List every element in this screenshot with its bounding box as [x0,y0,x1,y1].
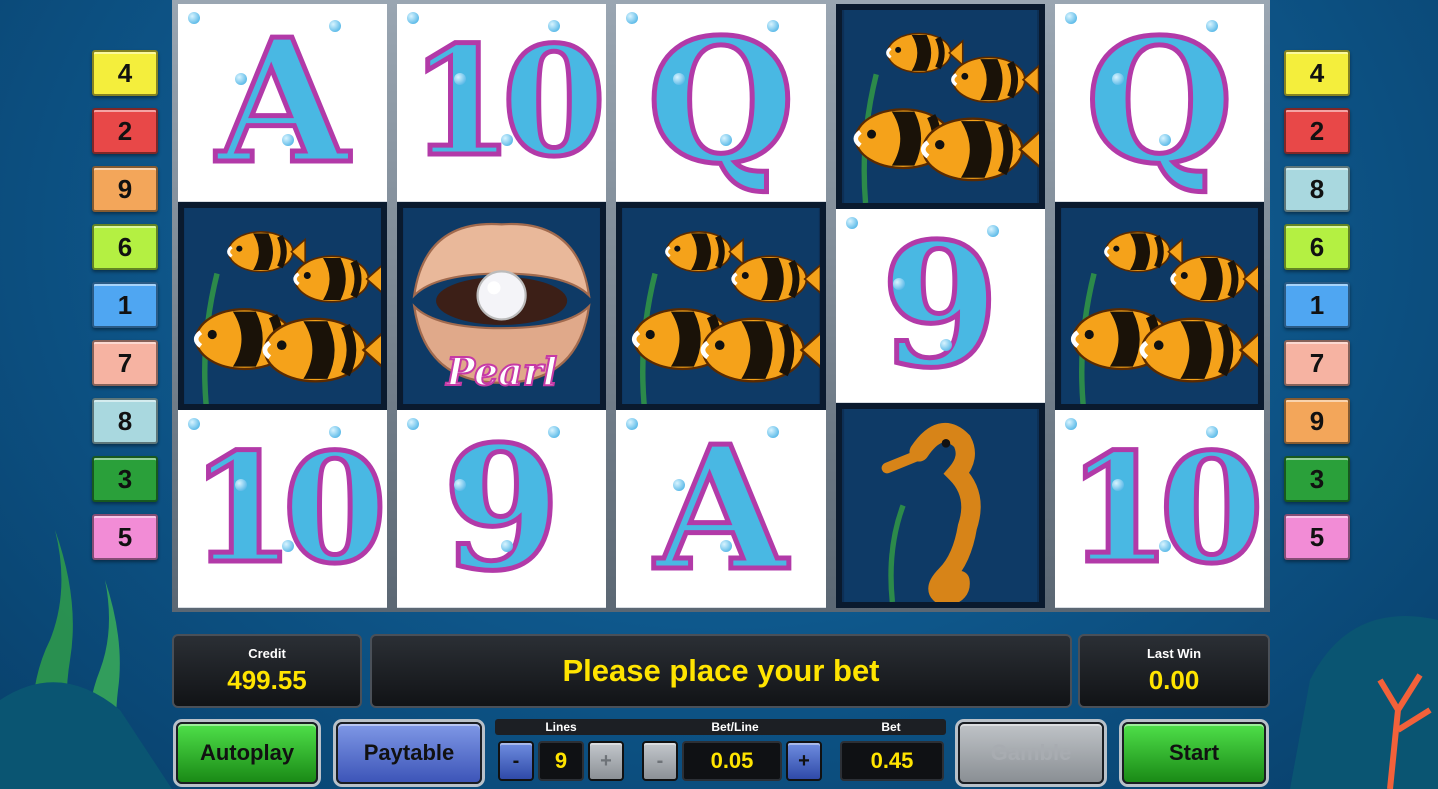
reel-4: 9 [835,4,1045,608]
credit-label: Credit [248,646,286,661]
bubble-decoration [626,418,639,431]
symbol-letter: 10 [188,420,387,597]
symbol-letter: Q [1083,4,1236,202]
line-number-right: 9 [1284,398,1350,444]
paytable-button[interactable]: Paytable [336,722,482,784]
symbol-fish [178,201,388,411]
credit-value: 499.55 [227,665,307,695]
bubble-decoration [939,339,952,351]
start-button[interactable]: Start [1122,722,1266,784]
symbol-10: 10 [1054,410,1265,609]
status-message: Please place your bet [562,653,880,688]
symbol-10: 10 [397,4,607,202]
bubble-decoration [1158,134,1171,146]
line-number-right: 6 [1284,224,1350,270]
pearl-label: Pearl [445,348,558,395]
bubble-decoration [235,73,247,85]
line-number-left: 9 [92,166,158,212]
symbol-fish [1054,201,1265,411]
line-number-right: 5 [1284,514,1350,560]
symbol-letter: Q [644,4,797,202]
lines-value: 9 [538,741,584,781]
last-win-value: 0.00 [1148,665,1200,695]
bet-value: 0.45 [840,741,944,781]
bet-label: Bet [881,720,901,734]
symbol-letter: A [653,410,790,609]
symbol-letter: 9 [879,209,1002,403]
symbol-q: Q [1054,4,1265,202]
symbol-9: 9 [397,410,607,609]
reel-5: Q 10 [1054,4,1265,609]
gamble-button[interactable]: Gamble [958,722,1104,784]
autoplay-button[interactable]: Autoplay [176,722,318,784]
symbol-9: 9 [835,209,1045,403]
line-number-right: 4 [1284,50,1350,96]
bubble-decoration [626,12,639,24]
symbol-fish [616,201,826,411]
bet-line-increase-button[interactable]: + [786,741,822,781]
last-win-panel: Last Win 0.00 [1078,634,1270,708]
reels-frame: A 10 10 Pearl 9 Q A 9 Q 10 [172,0,1270,612]
lines-label: Lines [545,720,577,734]
bubble-decoration [407,418,420,431]
symbol-letter: A [214,4,351,202]
line-number-right: 8 [1284,166,1350,212]
reel-3: QA [616,4,826,609]
line-number-right: 1 [1284,282,1350,328]
line-numbers-left: 4 2 9 6 1 7 8 3 5 [92,50,158,572]
bubble-decoration [282,134,294,146]
bet-line-decrease-button[interactable]: - [642,741,678,781]
line-number-left: 7 [92,340,158,386]
reel-1: A 10 [178,4,388,609]
symbol-letter: 9 [440,410,563,609]
symbol-letter: 10 [407,14,606,191]
bubble-decoration [986,225,999,237]
lines-decrease-button[interactable]: - [498,741,534,781]
symbol-pearl: Pearl [397,201,607,411]
bet-line-label: Bet/Line [711,720,759,734]
symbol-fish [835,4,1045,209]
line-number-left: 1 [92,282,158,328]
symbol-letter: 10 [1065,420,1264,597]
line-numbers-right: 4 2 8 6 1 7 9 3 5 [1284,50,1350,572]
line-number-left: 5 [92,514,158,560]
bubble-decoration [845,217,858,229]
symbol-a: A [616,410,826,609]
symbol-seahorse [835,403,1045,608]
line-number-left: 8 [92,398,158,444]
message-panel: Please place your bet [370,634,1072,708]
bubble-decoration [1111,73,1124,85]
reel-2: 10 Pearl 9 [397,4,607,609]
line-number-left: 2 [92,108,158,154]
bubble-decoration [1205,20,1218,32]
line-number-right: 7 [1284,340,1350,386]
symbol-a: A [178,4,388,202]
line-number-left: 6 [92,224,158,270]
lines-increase-button[interactable]: + [588,741,624,781]
credit-panel: Credit 499.55 [172,634,362,708]
bubble-decoration [1064,12,1077,24]
bet-line-value: 0.05 [682,741,782,781]
bubble-decoration [188,12,200,24]
symbol-q: Q [616,4,826,202]
bubble-decoration [329,20,341,32]
bubble-decoration [892,278,905,290]
line-number-left: 4 [92,50,158,96]
last-win-label: Last Win [1146,646,1202,661]
line-number-left: 3 [92,456,158,502]
line-number-right: 2 [1284,108,1350,154]
line-number-right: 3 [1284,456,1350,502]
reels: A 10 10 Pearl 9 Q A 9 Q 10 [178,4,1265,609]
symbol-10: 10 [178,410,388,609]
